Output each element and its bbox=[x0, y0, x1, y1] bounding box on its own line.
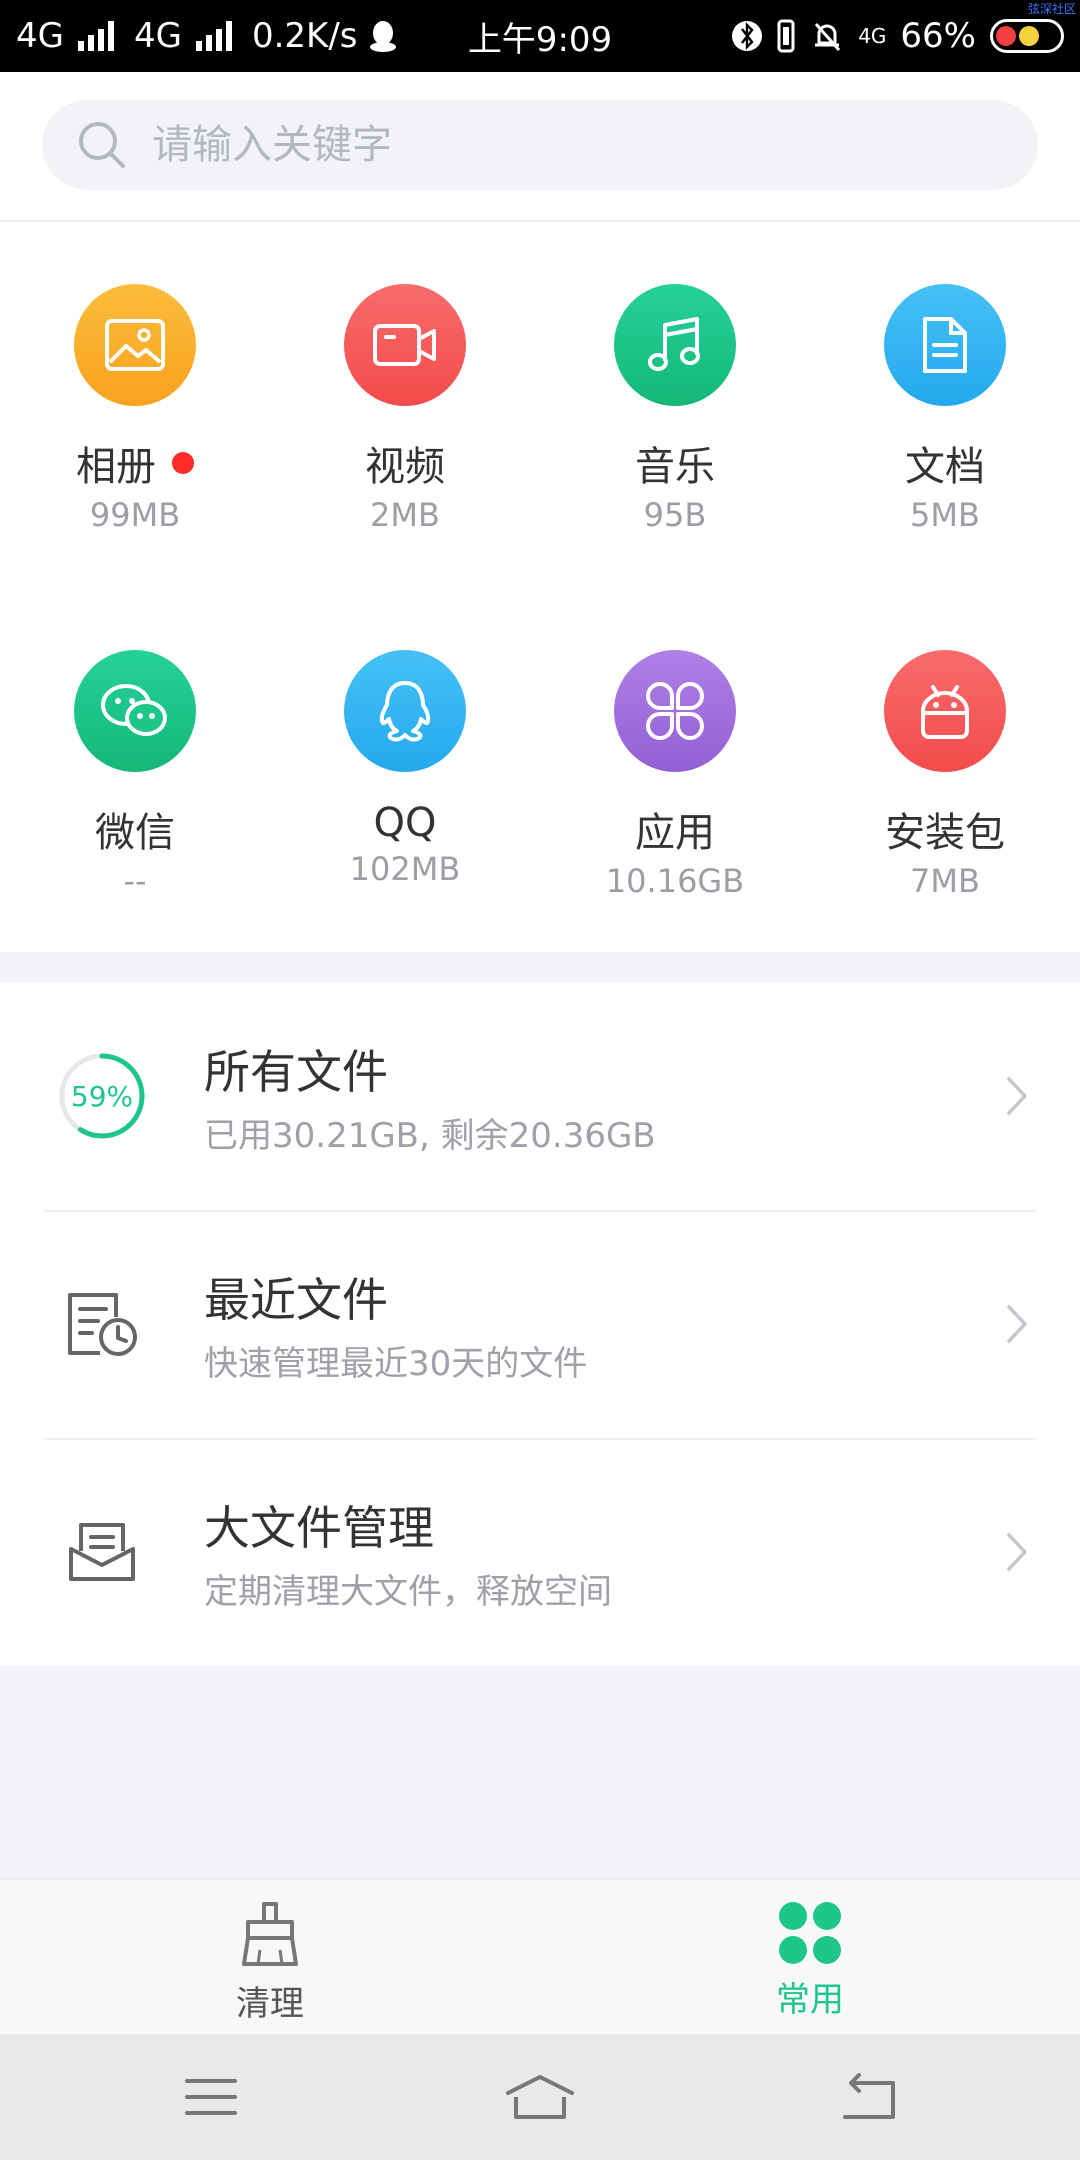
search-icon bbox=[79, 122, 125, 168]
category-label: 微信 bbox=[95, 810, 175, 856]
android-icon bbox=[921, 685, 969, 739]
category-size: 10.16GB bbox=[605, 862, 745, 900]
status-time: 上午9:09 bbox=[467, 19, 613, 60]
category-panel: 相册 99MB 视频 2MB bbox=[0, 72, 1080, 952]
category-size: 5MB bbox=[910, 496, 980, 534]
category-label: 文档 bbox=[905, 444, 985, 490]
chevron-right-icon bbox=[1007, 1077, 1027, 1115]
chevron-right-icon bbox=[1007, 1533, 1027, 1571]
category-qq[interactable]: QQ 102MB bbox=[270, 650, 540, 1016]
document-icon-circle bbox=[884, 284, 1006, 406]
category-label: 音乐 bbox=[635, 444, 715, 490]
category-label: QQ bbox=[373, 800, 437, 846]
bottom-tab-bar: 清理 常用 bbox=[0, 1878, 1080, 2034]
category-apk-packages[interactable]: 安装包 7MB bbox=[810, 650, 1080, 1016]
battery-icon bbox=[990, 19, 1064, 53]
album-icon-circle bbox=[74, 284, 196, 406]
tab-label: 清理 bbox=[236, 1984, 304, 2024]
image-icon bbox=[105, 319, 165, 371]
video-icon-circle bbox=[344, 284, 466, 406]
category-grid: 相册 99MB 视频 2MB 音乐 95B 文档 5MB 微信 -- QQ 10… bbox=[0, 284, 1080, 1016]
wechat-icon bbox=[101, 684, 167, 736]
signal-strength-icon bbox=[77, 21, 114, 51]
watermark-text: 弦深社区 bbox=[1027, 2, 1076, 16]
category-apps[interactable]: 应用 10.16GB bbox=[540, 650, 810, 1016]
apps-grid-icon bbox=[646, 682, 704, 740]
divider bbox=[0, 220, 1080, 222]
tab-clean[interactable]: 清理 bbox=[0, 1880, 540, 2034]
signal-strength-icon bbox=[195, 21, 232, 51]
music-note-icon bbox=[648, 317, 700, 371]
brush-clean-icon bbox=[242, 1902, 298, 1966]
list-item-large-files[interactable]: 大文件管理 定期清理大文件，释放空间 bbox=[0, 1438, 1080, 1666]
category-size: 95B bbox=[643, 496, 707, 534]
network-speed: 0.2K/s bbox=[251, 16, 358, 56]
list-item-all-files[interactable]: 59% 所有文件 已用30.21GB, 剩余20.36GB bbox=[0, 982, 1080, 1210]
row-subtitle: 快速管理最近30天的文件 bbox=[204, 1343, 588, 1384]
tab-label: 常用 bbox=[776, 1980, 844, 2020]
list-item-recent-files[interactable]: 最近文件 快速管理最近30天的文件 bbox=[0, 1210, 1080, 1438]
battery-percent: 66% bbox=[900, 16, 976, 56]
row-subtitle: 已用30.21GB, 剩余20.36GB bbox=[204, 1115, 656, 1156]
category-size: 7MB bbox=[910, 862, 980, 900]
video-camera-icon bbox=[373, 324, 436, 366]
new-badge-dot bbox=[172, 452, 194, 474]
system-navigation-bar bbox=[0, 2034, 1080, 2160]
status-bar: 4G 4G 0.2K/s 上午9:09 4G 66% 弦深社区 bbox=[0, 0, 1080, 72]
chevron-right-icon bbox=[1007, 1305, 1027, 1343]
document-icon bbox=[923, 317, 967, 373]
category-size: 102MB bbox=[349, 850, 461, 888]
network-type-2: 4G bbox=[133, 16, 182, 56]
bluetooth-icon bbox=[732, 21, 763, 51]
mobile-data-indicator: 4G bbox=[858, 24, 887, 48]
row-title: 大文件管理 bbox=[204, 1500, 434, 1555]
search-bar[interactable] bbox=[42, 100, 1038, 190]
music-icon-circle bbox=[614, 284, 736, 406]
qq-icon-circle bbox=[344, 650, 466, 772]
row-title: 所有文件 bbox=[204, 1044, 388, 1099]
vibrate-icon bbox=[777, 19, 795, 53]
category-music[interactable]: 音乐 95B bbox=[540, 284, 810, 650]
apps-icon-circle bbox=[614, 650, 736, 772]
mute-bell-icon bbox=[815, 23, 841, 51]
storage-percent-label: 59% bbox=[71, 1080, 133, 1113]
category-size: 2MB bbox=[370, 496, 440, 534]
recent-file-clock-icon bbox=[68, 1293, 137, 1356]
large-file-inbox-icon bbox=[69, 1523, 135, 1581]
category-documents[interactable]: 文档 5MB bbox=[810, 284, 1080, 650]
storage-progress-ring: 59% bbox=[56, 1050, 148, 1142]
row-subtitle: 定期清理大文件，释放空间 bbox=[204, 1571, 612, 1612]
category-wechat[interactable]: 微信 -- bbox=[0, 650, 270, 1016]
home-icon[interactable] bbox=[504, 2073, 576, 2121]
network-type-1: 4G bbox=[16, 16, 64, 56]
four-dots-grid-icon bbox=[779, 1902, 841, 1964]
file-list-panel: 59% 所有文件 已用30.21GB, 剩余20.36GB 最近文件 快速管理最… bbox=[0, 982, 1080, 1666]
search-input[interactable] bbox=[152, 122, 1012, 168]
row-title: 最近文件 bbox=[204, 1272, 388, 1327]
qq-penguin-icon bbox=[379, 681, 431, 742]
category-size: -- bbox=[123, 862, 147, 900]
category-label: 视频 bbox=[365, 444, 445, 490]
category-video[interactable]: 视频 2MB bbox=[270, 284, 540, 650]
apk-icon-circle bbox=[884, 650, 1006, 772]
back-icon[interactable] bbox=[839, 2073, 897, 2121]
category-label: 相册 bbox=[76, 444, 156, 490]
qq-notification-icon bbox=[369, 21, 396, 52]
category-label: 安装包 bbox=[885, 810, 1005, 856]
category-size: 99MB bbox=[89, 496, 181, 534]
wechat-icon-circle bbox=[74, 650, 196, 772]
tab-common[interactable]: 常用 bbox=[540, 1880, 1080, 2034]
menu-icon[interactable] bbox=[184, 2075, 238, 2119]
category-album[interactable]: 相册 99MB bbox=[0, 284, 270, 650]
category-label: 应用 bbox=[635, 810, 715, 856]
